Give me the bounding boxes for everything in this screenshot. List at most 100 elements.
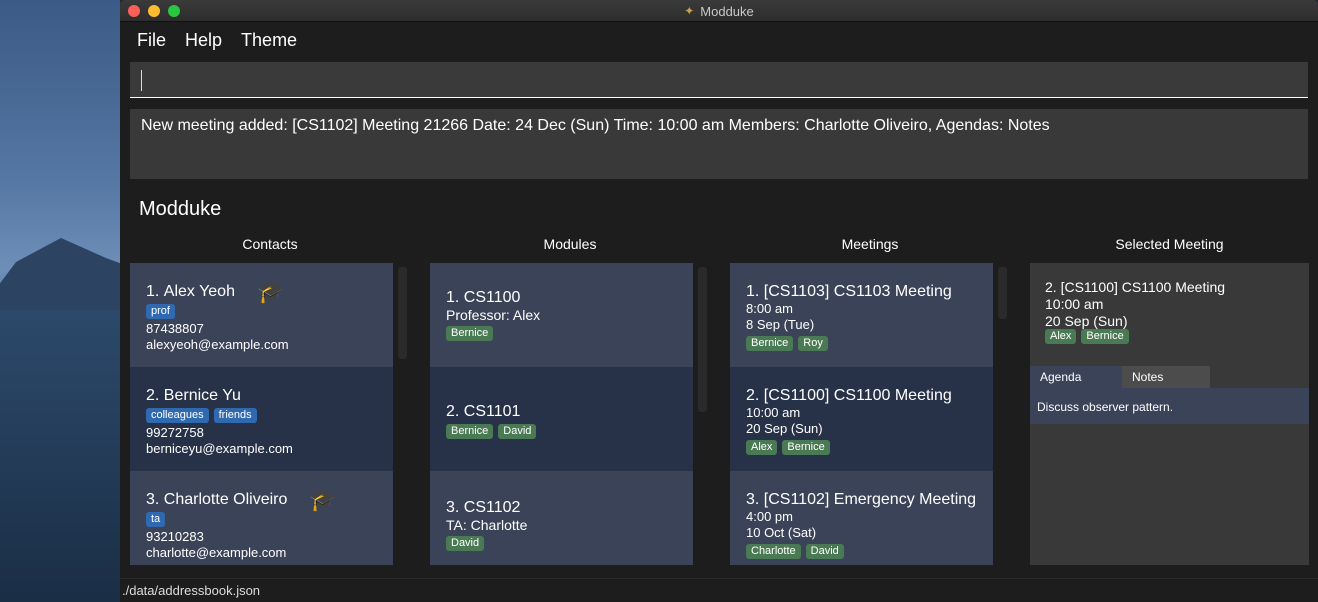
agenda-text: Discuss observer pattern. bbox=[1037, 400, 1174, 414]
menu-bar: File Help Theme bbox=[120, 22, 1318, 58]
app-heading: Modduke bbox=[139, 198, 222, 220]
contact-name-row: 2. Bernice Yu bbox=[146, 387, 377, 405]
selected-meeting-title: Selected Meeting bbox=[1115, 236, 1224, 252]
desktop-water bbox=[0, 300, 120, 602]
contacts-title: Contacts bbox=[242, 236, 298, 252]
meeting-date: 20 Sep (Sun) bbox=[746, 421, 823, 436]
member-tag: Bernice bbox=[446, 326, 494, 341]
contacts-list[interactable]: 1. Alex Yeoh 🎓 prof 87438807 alexyeoh@ex… bbox=[130, 263, 393, 565]
module-name-row: 1. CS1100 bbox=[446, 289, 677, 307]
module-members: David bbox=[446, 536, 677, 551]
meetings-list[interactable]: 1. [CS1103] CS1103 Meeting 8:00 am 8 Sep… bbox=[730, 263, 993, 565]
meeting-members: Charlotte David bbox=[746, 544, 977, 559]
modules-scrollbar[interactable] bbox=[698, 267, 707, 412]
status-bar: ./data/addressbook.json bbox=[120, 578, 1318, 602]
tag: colleagues bbox=[146, 408, 209, 423]
module-card[interactable]: 3. CS1102 TA: Charlotte David bbox=[430, 471, 693, 565]
contact-email: charlotte@example.com bbox=[146, 545, 287, 560]
meeting-title: [CS1100] CS1100 Meeting bbox=[763, 387, 952, 404]
menu-theme[interactable]: Theme bbox=[241, 30, 297, 51]
command-box bbox=[130, 62, 1308, 98]
selected-meeting-name: 2. [CS1100] CS1100 Meeting bbox=[1045, 279, 1226, 295]
desktop-mountain bbox=[0, 238, 120, 310]
meeting-index: 3. bbox=[746, 491, 760, 508]
meeting-card[interactable]: 1. [CS1103] CS1103 Meeting 8:00 am 8 Sep… bbox=[730, 263, 993, 367]
graduation-cap-icon: 🎓 bbox=[256, 279, 285, 304]
meeting-members: Bernice Roy bbox=[746, 336, 977, 351]
contact-phone: 99272758 bbox=[146, 425, 204, 440]
tab-notes[interactable]: Notes bbox=[1122, 366, 1210, 388]
meeting-members: Alex Bernice bbox=[746, 440, 977, 455]
member-tag: Bernice bbox=[1081, 329, 1129, 344]
meeting-name-row: 1. [CS1103] CS1103 Meeting bbox=[746, 283, 977, 301]
contact-card[interactable]: 2. Bernice Yu colleagues friends 9927275… bbox=[130, 367, 393, 471]
desktop-background bbox=[0, 0, 120, 602]
module-name-row: 3. CS1102 bbox=[446, 499, 677, 517]
contact-tags: colleagues friends bbox=[146, 408, 377, 423]
contact-tags: prof bbox=[146, 304, 377, 319]
contact-phone: 93210283 bbox=[146, 529, 204, 544]
module-index: 2. bbox=[446, 403, 460, 420]
meeting-name-row: 3. [CS1102] Emergency Meeting bbox=[746, 491, 977, 509]
contact-index: 2. bbox=[146, 387, 160, 404]
data-file-path: ./data/addressbook.json bbox=[122, 583, 261, 598]
contact-card[interactable]: 3. Charlotte Oliveiro 🎓 ta 93210283 char… bbox=[130, 471, 393, 565]
module-index: 3. bbox=[446, 499, 460, 516]
module-card[interactable]: 1. CS1100 Professor: Alex Bernice bbox=[430, 263, 693, 367]
window-title: Modduke bbox=[700, 3, 754, 19]
menu-help[interactable]: Help bbox=[185, 30, 222, 51]
module-members: Bernice David bbox=[446, 424, 677, 439]
result-display: New meeting added: [CS1102] Meeting 2126… bbox=[130, 109, 1308, 179]
contact-name: Bernice Yu bbox=[163, 387, 241, 404]
meeting-date: 8 Sep (Tue) bbox=[746, 317, 815, 332]
meeting-time: 4:00 pm bbox=[746, 509, 793, 524]
meeting-time: 8:00 am bbox=[746, 301, 793, 316]
selected-meeting-members: Alex Bernice bbox=[1045, 329, 1129, 344]
tag: prof bbox=[146, 304, 175, 319]
module-code: CS1100 bbox=[463, 289, 521, 306]
text-caret bbox=[141, 70, 142, 91]
member-tag: David bbox=[498, 424, 537, 439]
meeting-detail-tabs: Agenda Notes bbox=[1030, 366, 1309, 388]
contact-card[interactable]: 1. Alex Yeoh 🎓 prof 87438807 alexyeoh@ex… bbox=[130, 263, 393, 367]
selected-meeting-panel: 2. [CS1100] CS1100 Meeting 10:00 am 20 S… bbox=[1030, 263, 1309, 565]
result-message: New meeting added: [CS1102] Meeting 2126… bbox=[141, 117, 1050, 134]
meeting-title: [CS1102] Emergency Meeting bbox=[763, 491, 977, 508]
meeting-title: [CS1103] CS1103 Meeting bbox=[763, 283, 952, 300]
member-tag: Bernice bbox=[746, 336, 794, 351]
contact-phone: 87438807 bbox=[146, 321, 204, 336]
menu-file[interactable]: File bbox=[137, 30, 166, 51]
contact-index: 3. bbox=[146, 491, 160, 508]
meeting-time: 10:00 am bbox=[746, 405, 801, 420]
member-tag: Alex bbox=[1045, 329, 1077, 344]
member-tag: Bernice bbox=[782, 440, 830, 455]
contact-name-row: 3. Charlotte Oliveiro 🎓 bbox=[146, 487, 377, 512]
meeting-date: 10 Oct (Sat) bbox=[746, 525, 817, 540]
module-code: CS1102 bbox=[463, 499, 521, 516]
contact-name: Alex Yeoh bbox=[163, 283, 235, 300]
contact-name: Charlotte Oliveiro bbox=[163, 491, 288, 508]
window-title-group: ✦ Modduke bbox=[120, 0, 1318, 22]
member-tag: David bbox=[805, 544, 844, 559]
selected-meeting-time: 10:00 am bbox=[1045, 296, 1104, 312]
meeting-card[interactable]: 2. [CS1100] CS1100 Meeting 10:00 am 20 S… bbox=[730, 367, 993, 471]
tag: friends bbox=[213, 408, 257, 423]
contacts-scrollbar[interactable] bbox=[398, 267, 407, 359]
tab-agenda[interactable]: Agenda bbox=[1030, 366, 1122, 388]
modules-list[interactable]: 1. CS1100 Professor: Alex Bernice 2. CS1… bbox=[430, 263, 693, 565]
member-tag: Alex bbox=[746, 440, 778, 455]
tag: ta bbox=[146, 512, 166, 527]
member-tag: Bernice bbox=[446, 424, 494, 439]
modules-title: Modules bbox=[543, 236, 597, 252]
module-card[interactable]: 2. CS1101 Bernice David bbox=[430, 367, 693, 471]
title-bar: ✦ Modduke bbox=[120, 0, 1318, 22]
contact-name-row: 1. Alex Yeoh 🎓 bbox=[146, 279, 377, 304]
module-code: CS1101 bbox=[463, 403, 521, 420]
graduation-cap-icon: 🎓 bbox=[309, 487, 337, 512]
meeting-card[interactable]: 3. [CS1102] Emergency Meeting 4:00 pm 10… bbox=[730, 471, 993, 565]
meeting-name-row: 2. [CS1100] CS1100 Meeting bbox=[746, 387, 977, 405]
app-logo-icon: ✦ bbox=[684, 4, 695, 18]
command-input[interactable] bbox=[130, 62, 1308, 97]
meetings-scrollbar[interactable] bbox=[998, 267, 1007, 319]
contact-email: berniceyu@example.com bbox=[146, 441, 293, 456]
